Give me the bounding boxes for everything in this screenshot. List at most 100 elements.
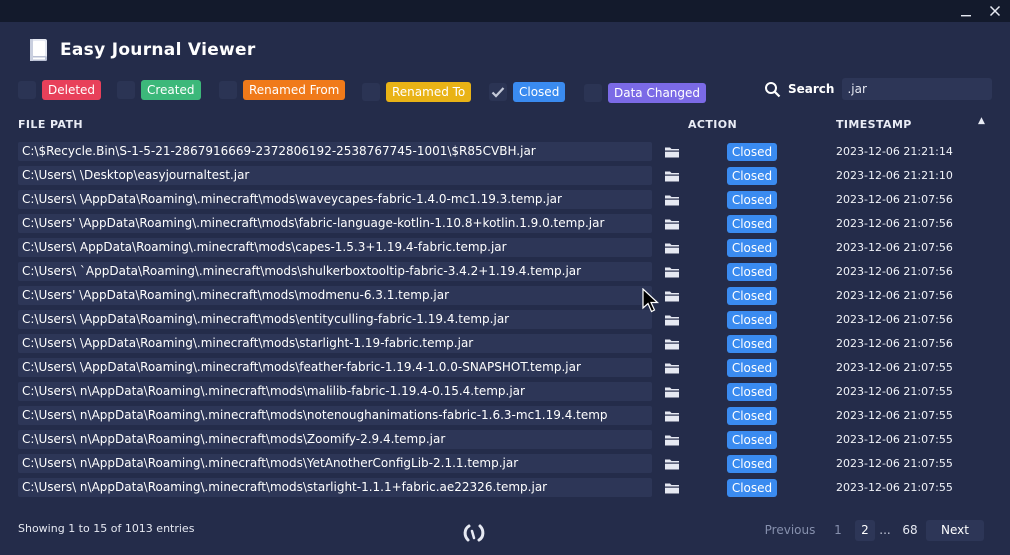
table-row: C:\Users\ `AppData\Roaming\.minecraft\mo… — [0, 260, 1010, 284]
action-badge: Closed — [727, 287, 777, 305]
filter-checkbox[interactable] — [18, 81, 36, 99]
open-folder-icon[interactable] — [664, 288, 680, 304]
filter-data-changed[interactable]: Data Changed — [584, 83, 707, 103]
open-folder-icon[interactable] — [664, 312, 680, 328]
file-path-cell[interactable]: C:\Users\ `AppData\Roaming\.minecraft\mo… — [18, 262, 652, 281]
action-badge: Closed — [727, 479, 777, 497]
pagination-page-last[interactable]: 68 — [897, 520, 923, 541]
checkmark-icon — [491, 87, 505, 98]
file-path-cell[interactable]: C:\Users\ n\AppData\Roaming\.minecraft\m… — [18, 382, 652, 401]
filter-checkbox[interactable] — [584, 84, 602, 102]
open-folder-icon[interactable] — [664, 216, 680, 232]
file-path-cell[interactable]: C:\Users\ n\AppData\Roaming\.minecraft\m… — [18, 454, 652, 473]
timestamp-cell: 2023-12-06 21:07:56 — [836, 217, 953, 230]
action-badge: Closed — [727, 335, 777, 353]
window-titlebar — [0, 0, 1010, 22]
file-path-cell[interactable]: C:\$Recycle.Bin\S-1-5-21-2867916669-2372… — [18, 142, 652, 161]
mouse-cursor-icon — [642, 288, 660, 313]
action-badge: Closed — [727, 215, 777, 233]
action-badge: Closed — [727, 431, 777, 449]
app-main: Easy Journal Viewer Deleted Created Rena… — [0, 22, 1010, 555]
column-header-file-path[interactable]: FILE PATH — [18, 118, 83, 131]
file-path-cell[interactable]: C:\Users\ n\AppData\Roaming\.minecraft\m… — [18, 478, 652, 497]
filter-renamed-from[interactable]: Renamed From — [219, 80, 346, 100]
column-header-timestamp[interactable]: TIMESTAMP — [836, 118, 912, 131]
pagination-next[interactable]: Next — [926, 520, 984, 541]
journal-table-body: C:\$Recycle.Bin\S-1-5-21-2867916669-2372… — [0, 140, 1010, 500]
table-row: C:\Users\ \AppData\Roaming\.minecraft\mo… — [0, 308, 1010, 332]
timestamp-cell: 2023-12-06 21:07:55 — [836, 481, 953, 494]
filter-chip-renamed-to: Renamed To — [386, 82, 472, 102]
open-folder-icon[interactable] — [664, 456, 680, 472]
open-folder-icon[interactable] — [664, 336, 680, 352]
action-badge: Closed — [727, 455, 777, 473]
file-path-cell[interactable]: C:\Users\ \Desktop\easyjournaltest.jar — [18, 166, 652, 185]
close-button[interactable] — [983, 0, 1007, 22]
file-path-cell[interactable]: C:\Users\ \AppData\Roaming\.minecraft\mo… — [18, 334, 652, 353]
filter-checkbox[interactable] — [219, 81, 237, 99]
filter-created[interactable]: Created — [117, 80, 201, 100]
entries-info: Showing 1 to 15 of 1013 entries — [18, 522, 195, 535]
column-header-action[interactable]: ACTION — [688, 118, 737, 131]
action-badge: Closed — [727, 263, 777, 281]
table-row: C:\Users\ \Desktop\easyjournaltest.jar Cl… — [0, 164, 1010, 188]
file-path-cell[interactable]: C:\Users\ n\AppData\Roaming\.minecraft\m… — [18, 430, 652, 449]
action-badge: Closed — [727, 239, 777, 257]
table-row: C:\Users\ \AppData\Roaming\.minecraft\mo… — [0, 332, 1010, 356]
table-row: C:\Users\ AppData\Roaming\.minecraft\mod… — [0, 236, 1010, 260]
table-row: C:\Users\ n\AppData\Roaming\.minecraft\m… — [0, 428, 1010, 452]
file-path-cell[interactable]: C:\Users\ \AppData\Roaming\.minecraft\mo… — [18, 358, 652, 377]
action-badge: Closed — [727, 383, 777, 401]
open-folder-icon[interactable] — [664, 384, 680, 400]
open-folder-icon[interactable] — [664, 240, 680, 256]
file-path-cell[interactable]: C:\Users\ \AppData\Roaming\.minecraft\mo… — [18, 310, 652, 329]
timestamp-cell: 2023-12-06 21:07:56 — [836, 265, 953, 278]
table-row: C:\Users\ n\AppData\Roaming\.minecraft\m… — [0, 404, 1010, 428]
table-row: C:\Users\ \AppData\Roaming\.minecraft\mo… — [0, 188, 1010, 212]
filter-checkbox[interactable] — [362, 83, 380, 101]
filter-chip-closed: Closed — [513, 82, 566, 102]
table-row: C:\Users\ n\AppData\Roaming\.minecraft\m… — [0, 380, 1010, 404]
timestamp-cell: 2023-12-06 21:07:56 — [836, 241, 953, 254]
timestamp-cell: 2023-12-06 21:21:14 — [836, 145, 953, 158]
filter-chip-data-changed: Data Changed — [608, 83, 707, 103]
filter-deleted[interactable]: Deleted — [18, 80, 102, 100]
action-filters: Deleted Created Renamed From Renamed To … — [18, 80, 718, 106]
open-folder-icon[interactable] — [664, 408, 680, 424]
open-folder-icon[interactable] — [664, 192, 680, 208]
filter-chip-deleted: Deleted — [42, 80, 102, 100]
file-path-cell[interactable]: C:\Users' \AppData\Roaming\.minecraft\mo… — [18, 214, 652, 233]
timestamp-cell: 2023-12-06 21:07:56 — [836, 313, 953, 326]
pagination-page-2[interactable]: 2 — [855, 520, 875, 541]
file-path-cell[interactable]: C:\Users\ AppData\Roaming\.minecraft\mod… — [18, 238, 652, 257]
open-folder-icon[interactable] — [664, 264, 680, 280]
open-folder-icon[interactable] — [664, 432, 680, 448]
filter-renamed-to[interactable]: Renamed To — [362, 82, 472, 102]
file-path-cell[interactable]: C:\Users\ n\AppData\Roaming\.minecraft\m… — [18, 406, 652, 425]
pagination-page-1[interactable]: 1 — [828, 520, 848, 541]
search-box: Search — [764, 78, 993, 100]
timestamp-cell: 2023-12-06 21:07:55 — [836, 457, 953, 470]
action-badge: Closed — [727, 407, 777, 425]
close-icon — [989, 5, 1001, 17]
action-badge: Closed — [727, 359, 777, 377]
open-folder-icon[interactable] — [664, 168, 680, 184]
book-icon — [30, 39, 47, 61]
filter-chip-renamed-from: Renamed From — [243, 80, 346, 100]
sort-ascending-icon[interactable]: ▲ — [978, 116, 985, 126]
filter-closed[interactable]: Closed — [489, 82, 566, 102]
file-path-cell[interactable]: C:\Users\ \AppData\Roaming\.minecraft\mo… — [18, 190, 652, 209]
minimize-button[interactable] — [954, 0, 978, 22]
open-folder-icon[interactable] — [664, 480, 680, 496]
open-folder-icon[interactable] — [664, 144, 680, 160]
table-row: C:\Users' \AppData\Roaming\.minecraft\mo… — [0, 284, 1010, 308]
filter-checkbox[interactable] — [117, 81, 135, 99]
search-input[interactable] — [842, 78, 993, 100]
file-path-cell[interactable]: C:\Users' \AppData\Roaming\.minecraft\mo… — [18, 286, 652, 305]
filter-checkbox-checked[interactable] — [489, 83, 507, 101]
search-icon — [765, 81, 781, 97]
open-folder-icon[interactable] — [664, 360, 680, 376]
table-row: C:\Users\ \AppData\Roaming\.minecraft\mo… — [0, 356, 1010, 380]
pagination-previous[interactable]: Previous — [760, 520, 820, 541]
action-badge: Closed — [727, 143, 777, 161]
